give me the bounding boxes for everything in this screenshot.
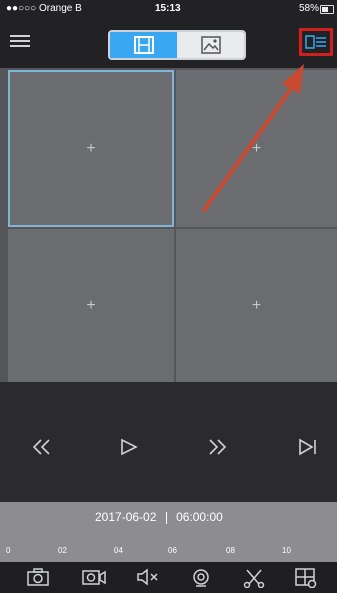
snapshot-icon[interactable] bbox=[27, 568, 49, 586]
layout-list-button[interactable] bbox=[299, 28, 333, 56]
layout-list-icon bbox=[305, 35, 326, 49]
clock: 15:13 bbox=[155, 3, 181, 14]
camera-grid: + + + + bbox=[0, 68, 337, 382]
tick-label: 10 bbox=[282, 546, 291, 555]
timeline-datetime: 2017-06-02 06:00:00 bbox=[95, 510, 223, 524]
next-frame-icon[interactable] bbox=[298, 438, 318, 456]
layout-icon[interactable] bbox=[295, 568, 317, 588]
camera-cell-3[interactable]: + bbox=[8, 229, 174, 382]
tick-label: 02 bbox=[58, 546, 67, 555]
image-icon bbox=[200, 36, 221, 54]
timeline-ticks: 0 02 04 06 08 10 bbox=[0, 542, 337, 562]
record-icon[interactable] bbox=[82, 568, 106, 586]
timeline-time: 06:00:00 bbox=[176, 510, 223, 524]
playback-controls bbox=[0, 382, 337, 502]
camera-cell-4[interactable]: + bbox=[176, 229, 337, 382]
play-icon[interactable] bbox=[120, 438, 138, 456]
mode-segment-control bbox=[108, 30, 246, 60]
status-bar: ●●○○○ Orange B 15:13 58% bbox=[0, 0, 337, 18]
bottom-toolbar bbox=[0, 562, 337, 593]
add-camera-icon: + bbox=[251, 296, 262, 314]
carrier-label: ●●○○○ Orange B bbox=[6, 3, 82, 14]
tick-label: 04 bbox=[114, 546, 123, 555]
clip-icon[interactable] bbox=[243, 568, 265, 588]
tab-image[interactable] bbox=[177, 32, 244, 58]
add-camera-icon: + bbox=[86, 296, 96, 314]
battery-icon bbox=[320, 5, 334, 14]
add-camera-icon: + bbox=[251, 139, 262, 157]
mute-icon[interactable] bbox=[136, 568, 160, 586]
tick-label: 0 bbox=[6, 546, 11, 555]
rewind-icon[interactable] bbox=[32, 438, 52, 456]
fast-forward-icon[interactable] bbox=[207, 438, 227, 456]
hamburger-icon[interactable] bbox=[10, 32, 30, 50]
film-icon bbox=[133, 36, 154, 54]
top-nav-bar bbox=[0, 18, 337, 68]
tab-video[interactable] bbox=[110, 32, 177, 58]
search-icon[interactable] bbox=[191, 568, 211, 588]
add-camera-icon: + bbox=[86, 139, 96, 157]
battery-percent: 58% bbox=[298, 3, 319, 14]
tick-label: 08 bbox=[226, 546, 235, 555]
timeline-date: 2017-06-02 bbox=[95, 510, 157, 524]
tick-label: 06 bbox=[168, 546, 177, 555]
camera-cell-2[interactable]: + bbox=[176, 70, 337, 227]
camera-cell-1[interactable]: + bbox=[8, 70, 174, 227]
timeline-bar[interactable]: 2017-06-02 06:00:00 0 02 04 06 08 10 bbox=[0, 502, 337, 562]
